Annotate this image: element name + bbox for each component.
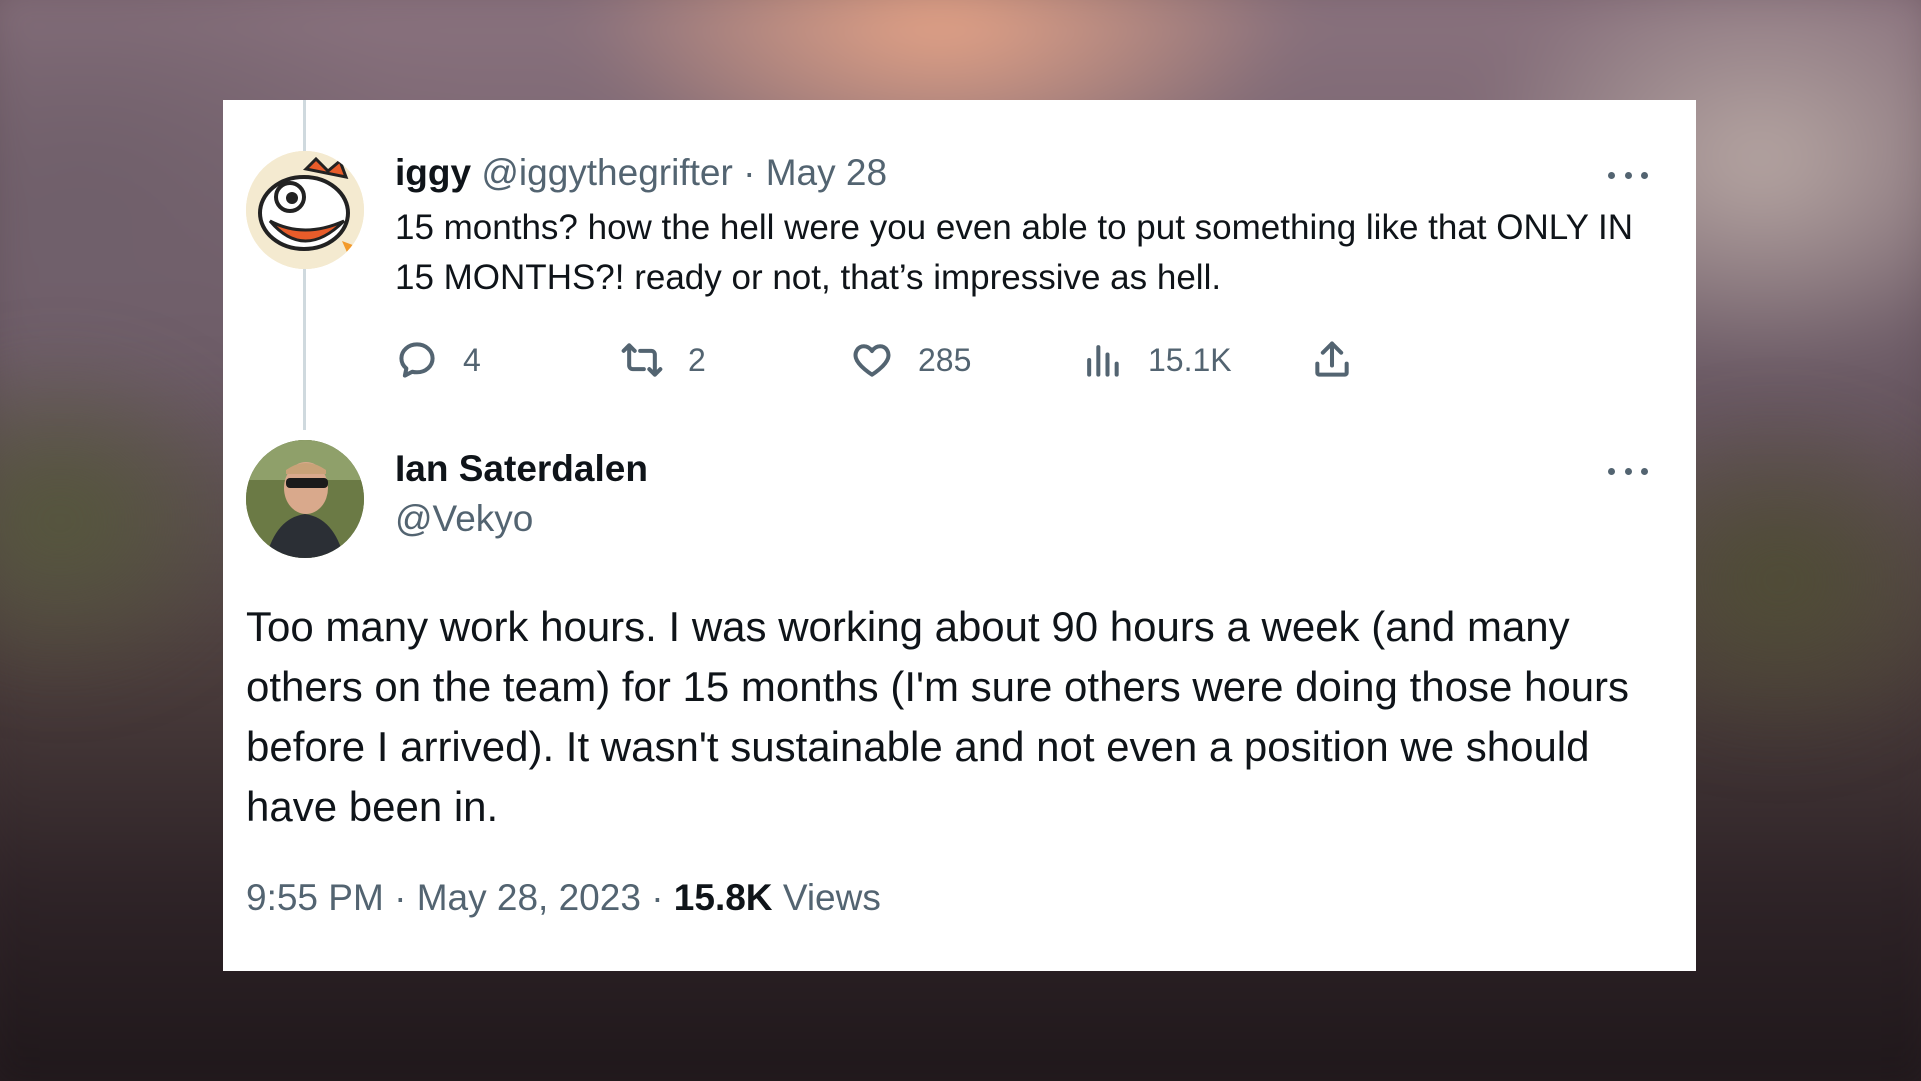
separator: ·: [651, 877, 664, 918]
more-icon[interactable]: [1608, 165, 1648, 185]
share-icon: [1315, 341, 1349, 377]
tweet-time[interactable]: 9:55 PM: [246, 877, 384, 918]
avatar[interactable]: [246, 440, 364, 558]
views-icon: [1087, 345, 1119, 377]
tweet-text: Too many work hours. I was working about…: [246, 603, 1630, 830]
retweet-button[interactable]: 2: [620, 335, 706, 385]
reply-text: 15 months? how the hell were you even ab…: [395, 208, 1634, 297]
tweet-date[interactable]: May 28, 2023: [417, 877, 641, 918]
views-label: Views: [782, 877, 881, 918]
like-button[interactable]: 285: [850, 335, 971, 385]
reply-meta: iggy @iggythegrifter · May 28: [395, 151, 887, 195]
tweet-footer: 9:55 PM · May 28, 2023 · 15.8K Views: [246, 877, 881, 919]
like-icon: [853, 344, 891, 377]
tweet-date[interactable]: May 28: [766, 152, 887, 193]
views-button[interactable]: 15.1K: [1080, 335, 1232, 385]
separator: ·: [743, 152, 756, 193]
reply-count: 4: [463, 341, 481, 378]
author-handle[interactable]: @Vekyo: [395, 498, 533, 540]
author-handle[interactable]: @iggythegrifter: [481, 152, 732, 193]
more-icon[interactable]: [1608, 461, 1648, 481]
reply-button[interactable]: 4: [395, 335, 481, 385]
like-count: 285: [918, 341, 972, 378]
separator: ·: [394, 877, 407, 918]
reply-icon: [399, 342, 435, 378]
share-button[interactable]: [1310, 335, 1354, 385]
author-name[interactable]: iggy: [395, 152, 471, 193]
views-count: 15.1K: [1148, 341, 1232, 378]
avatar[interactable]: [246, 151, 364, 269]
views-count[interactable]: 15.8K: [674, 877, 773, 918]
retweet-icon: [621, 343, 663, 377]
retweet-count: 2: [688, 341, 706, 378]
tweet-card: iggy @iggythegrifter · May 28 15 months?…: [223, 100, 1696, 971]
author-name[interactable]: Ian Saterdalen: [395, 448, 648, 490]
